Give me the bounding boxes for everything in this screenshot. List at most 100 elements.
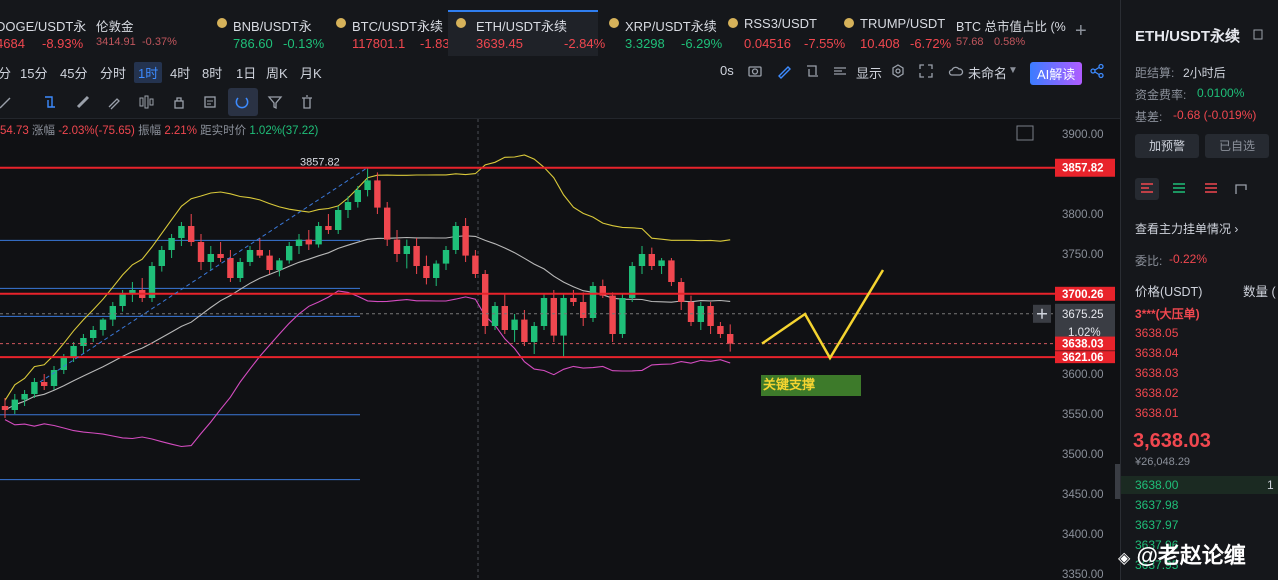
ai-interpret-button[interactable]: AI解读 bbox=[1030, 62, 1083, 85]
big-order-label: 3***(大压单) bbox=[1135, 307, 1200, 321]
distance-label: 距实时价 bbox=[200, 125, 247, 137]
candle-body bbox=[276, 260, 283, 270]
price-flag-text: 3857.82 bbox=[1062, 163, 1104, 175]
interval-4[interactable]: 1时 bbox=[134, 62, 163, 83]
symbol-tab-8[interactable]: BTC 总市值占比 (% 57.68 0.58% bbox=[956, 12, 1066, 56]
share-icon[interactable] bbox=[1089, 63, 1105, 79]
book-trades-icon[interactable] bbox=[1233, 182, 1249, 196]
tab-symbol-name: DOGE/USDT永 bbox=[0, 19, 87, 34]
candle-tool-icon[interactable] bbox=[138, 94, 154, 110]
symbol-tab-bar: DOGE/USDT永 4684 -8.93% 伦敦金 3414.91 -0.37% BNB/… bbox=[0, 0, 1120, 57]
coin-logo-icon bbox=[336, 18, 346, 28]
tab-price: 117801.1 bbox=[352, 36, 406, 51]
ruler-icon[interactable] bbox=[75, 94, 91, 110]
indicator-icon[interactable] bbox=[832, 63, 848, 79]
crosshair-price: 3675.25 bbox=[1062, 309, 1104, 321]
interval-0[interactable]: 分 bbox=[0, 63, 11, 82]
chevron-down-icon[interactable]: ▼ bbox=[1008, 65, 1018, 76]
bid-row[interactable]: 3637.97 bbox=[1135, 518, 1178, 532]
candle-body bbox=[452, 226, 459, 250]
interval-3[interactable]: 分时 bbox=[100, 63, 126, 82]
fullscreen-icon[interactable] bbox=[918, 63, 934, 79]
lock-icon[interactable] bbox=[171, 94, 187, 110]
display-menu[interactable]: 显示 bbox=[856, 63, 882, 82]
settle-value: 2小时后 bbox=[1183, 66, 1226, 80]
add-alert-button[interactable]: 加预警 bbox=[1135, 134, 1199, 158]
pen-icon[interactable] bbox=[776, 63, 792, 79]
interval-8[interactable]: 周K bbox=[266, 63, 288, 82]
tab-symbol-name: TRUMP/USDT bbox=[860, 16, 946, 31]
add-tab-icon[interactable]: + bbox=[1075, 20, 1087, 43]
book-asks-icon[interactable] bbox=[1203, 182, 1219, 196]
magnet-snap-icon[interactable] bbox=[234, 94, 250, 110]
magnet-icon[interactable] bbox=[42, 94, 58, 110]
candle-body bbox=[531, 326, 538, 342]
candle-body bbox=[305, 239, 312, 245]
camera-icon[interactable] bbox=[747, 63, 763, 79]
high-marker: 3857.82 bbox=[300, 157, 340, 169]
trash-icon[interactable] bbox=[299, 94, 315, 110]
copy-icon[interactable] bbox=[1251, 27, 1265, 41]
brush-icon[interactable] bbox=[106, 94, 122, 110]
layout-name[interactable]: 未命名 bbox=[968, 63, 1007, 82]
interval-9[interactable]: 月K bbox=[300, 63, 322, 82]
watermark: ◈ @老赵论缠 bbox=[1118, 538, 1246, 570]
candle-body bbox=[393, 239, 401, 254]
candle-body bbox=[99, 319, 107, 330]
distance-value: 1.02%(37.22) bbox=[249, 125, 319, 137]
last-price-cny: ¥26,048.29 bbox=[1135, 456, 1191, 468]
ask-row[interactable]: 3638.04 bbox=[1135, 346, 1178, 360]
ask-row[interactable]: 3638.02 bbox=[1135, 386, 1178, 400]
candle-body bbox=[266, 255, 273, 270]
ask-row[interactable]: 3638.05 bbox=[1135, 326, 1178, 340]
filter-icon[interactable] bbox=[267, 94, 283, 110]
candle-body bbox=[286, 246, 293, 261]
tab-price: 3414.91 bbox=[96, 36, 136, 48]
candle-body bbox=[374, 180, 381, 208]
candle-body bbox=[335, 210, 342, 230]
bid-row[interactable]: 3638.00 bbox=[1135, 478, 1178, 492]
depth-link[interactable]: 查看主力挂单情况 › bbox=[1135, 220, 1238, 237]
funding-value: 0.0100% bbox=[1197, 86, 1245, 100]
book-bids-icon[interactable] bbox=[1171, 182, 1187, 196]
symbol-tab-4[interactable]: ETH/USDT永续 3639.45 -2.84% bbox=[448, 10, 605, 56]
interval-1[interactable]: 15分 bbox=[20, 63, 47, 82]
settings-icon[interactable] bbox=[890, 63, 906, 79]
interval-2[interactable]: 45分 bbox=[60, 63, 87, 82]
depth-link-text[interactable]: 查看主力挂单情况 bbox=[1135, 222, 1231, 236]
tab-change: 0.58% bbox=[994, 36, 1026, 48]
tab-change: -2.84% bbox=[564, 36, 606, 51]
cloud-icon[interactable] bbox=[948, 63, 964, 79]
basis-value: -0.68 (-0.019%) bbox=[1173, 108, 1257, 122]
crop-icon[interactable] bbox=[804, 63, 820, 79]
symbol-tab-0[interactable]: DOGE/USDT永 4684 -8.93% bbox=[0, 12, 106, 56]
tab-price: 3639.45 bbox=[476, 36, 523, 51]
interval-5[interactable]: 4时 bbox=[170, 63, 190, 82]
candle-body bbox=[550, 298, 557, 336]
symbol-tab-2[interactable]: BNB/USDT永 786.60 -0.13% bbox=[217, 12, 343, 56]
ask-row[interactable]: 3638.01 bbox=[1135, 406, 1178, 420]
note-icon[interactable] bbox=[202, 94, 218, 110]
candle-body bbox=[325, 226, 332, 230]
tab-change: -6.29% bbox=[681, 36, 723, 51]
candle-body bbox=[109, 306, 116, 320]
line-tool-icon[interactable] bbox=[0, 94, 14, 110]
bid-row[interactable]: 3637.98 bbox=[1135, 498, 1178, 512]
tab-symbol-name: ETH/USDT永续 bbox=[476, 19, 568, 34]
tab-price: 57.68 bbox=[956, 36, 984, 48]
symbol-tab-1[interactable]: 伦敦金 3414.91 -0.37% bbox=[96, 12, 206, 56]
interval-6[interactable]: 8时 bbox=[202, 63, 222, 82]
favorite-button[interactable]: 已自选 bbox=[1205, 134, 1269, 158]
symbol-tab-3[interactable]: BTC/USDT永续 117801.1 -1.83 bbox=[336, 12, 462, 56]
price-chart[interactable]: 3857.82 关键支撑 3900.00 3800.00 3750.00 3600.00… bbox=[0, 119, 1120, 580]
symbol-tab-6[interactable]: RSS3/USDT 0.04516 -7.55% bbox=[728, 12, 854, 56]
interval-7[interactable]: 1日 bbox=[236, 63, 256, 82]
ask-row[interactable]: 3638.03 bbox=[1135, 366, 1178, 380]
symbol-tab-7[interactable]: TRUMP/USDT 10.408 -6.72% bbox=[844, 12, 970, 56]
symbol-tab-5[interactable]: XRP/USDT永续 3.3298 -6.29% bbox=[609, 12, 735, 56]
price-tick: 3750.00 bbox=[1062, 249, 1104, 261]
candle-body bbox=[580, 302, 587, 318]
candle-body bbox=[295, 239, 303, 246]
candle-body bbox=[41, 382, 48, 386]
ratio-label: 委比: bbox=[1135, 254, 1163, 268]
